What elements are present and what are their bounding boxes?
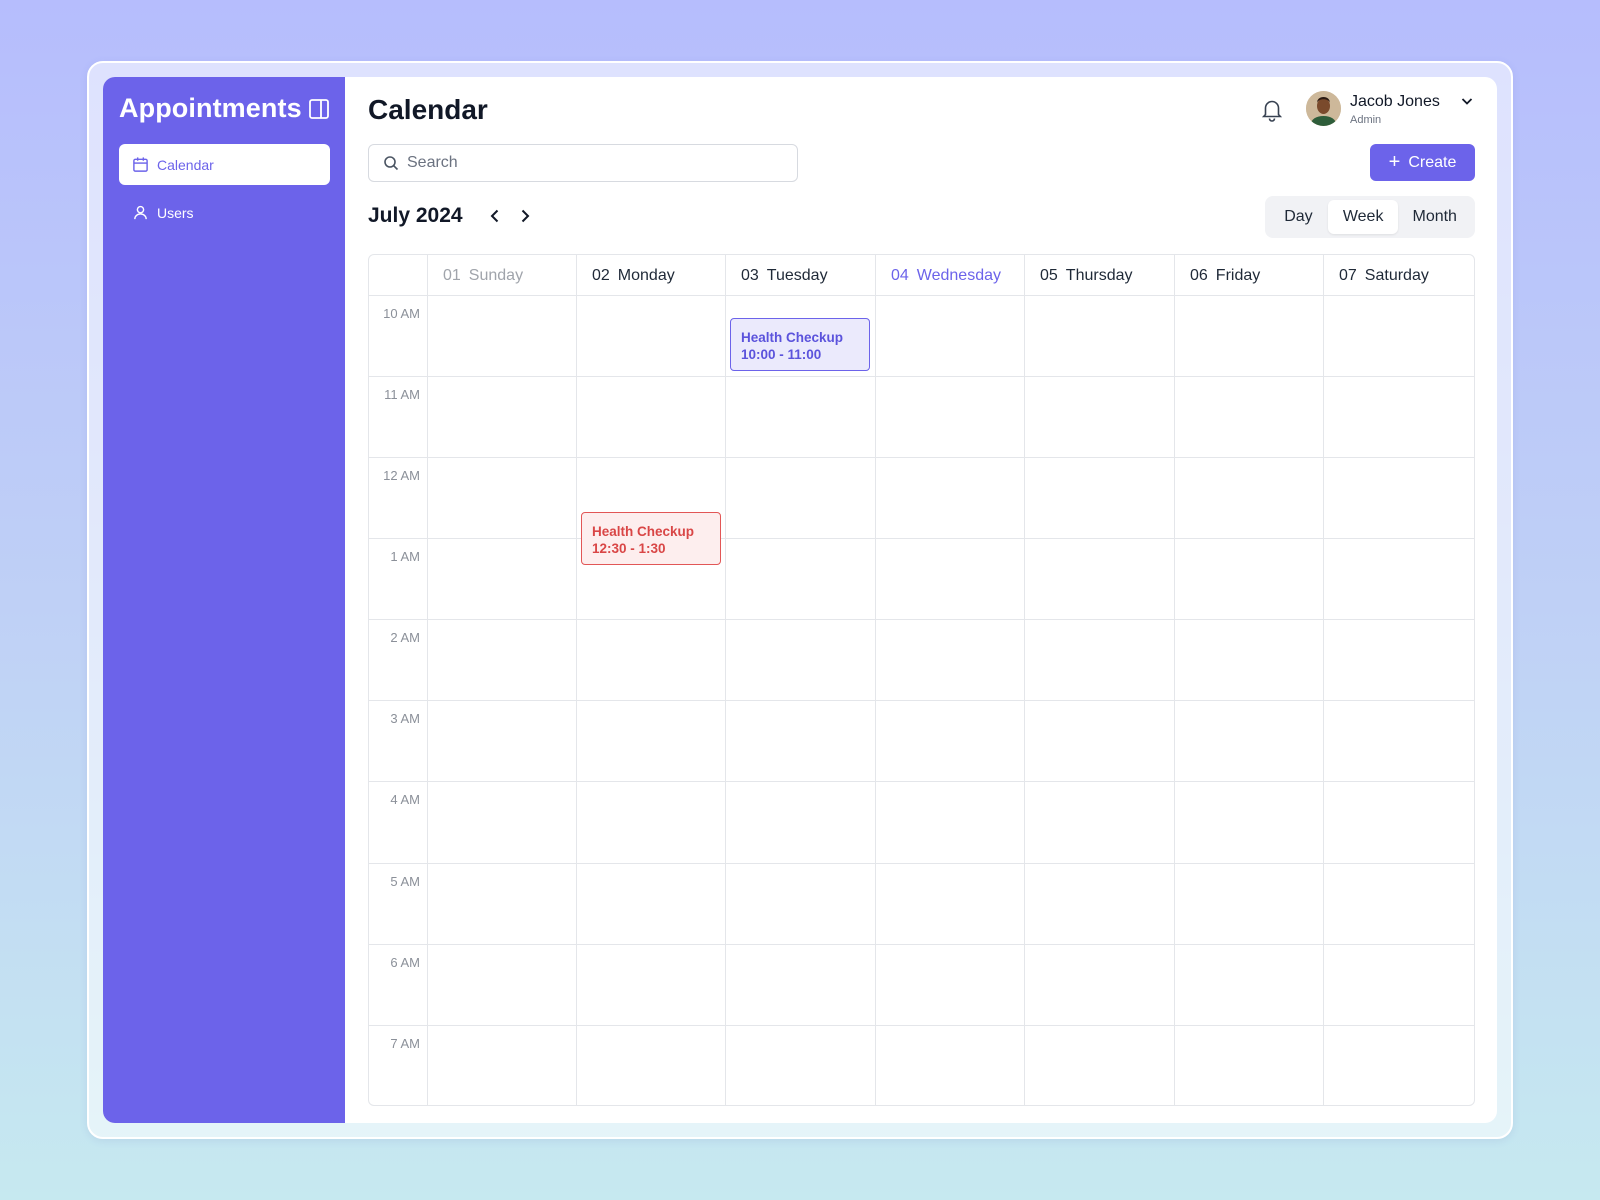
time-label: 1 AM	[390, 549, 420, 564]
event-title: Health Checkup	[592, 524, 695, 539]
column-divider	[725, 255, 726, 1105]
view-toggle: Day Week Month	[1265, 196, 1475, 238]
day-number: 01	[443, 266, 461, 284]
day-name: Sunday	[468, 266, 524, 284]
time-label: 2 AM	[390, 630, 420, 645]
day-header-tuesday[interactable]: 03 Tuesday	[725, 255, 875, 296]
bell-icon[interactable]	[1259, 97, 1285, 123]
page-title: Calendar	[368, 94, 488, 125]
user-role: Admin	[1350, 114, 1382, 126]
column-divider	[576, 255, 577, 1105]
time-label: 7 AM	[390, 1036, 420, 1051]
row-divider	[369, 376, 1474, 377]
day-number: 04	[891, 266, 909, 284]
time-label: 5 AM	[390, 874, 420, 889]
calendar-grid: 01 Sunday 02 Monday 03 Tuesday 04 Wednes…	[368, 254, 1475, 1106]
day-name: Thursday	[1065, 266, 1133, 284]
time-label: 11 AM	[384, 387, 420, 402]
day-number: 06	[1190, 266, 1208, 284]
sidebar-item-users[interactable]: Users	[119, 192, 330, 233]
row-divider	[369, 619, 1474, 620]
row-divider	[369, 863, 1474, 864]
create-button-label: Create	[1408, 153, 1457, 171]
view-day-button[interactable]: Day	[1269, 200, 1328, 234]
row-divider	[369, 700, 1474, 701]
event-time: 10:00 - 11:00	[741, 347, 822, 362]
app-title: Appointments	[119, 93, 302, 123]
time-label: 12 AM	[383, 468, 420, 483]
plus-icon: +	[1388, 150, 1401, 173]
calendar-icon	[133, 157, 148, 172]
day-name: Saturday	[1364, 266, 1429, 284]
calendar-header: 01 Sunday 02 Monday 03 Tuesday 04 Wednes…	[369, 255, 1474, 296]
view-month-button[interactable]: Month	[1398, 200, 1471, 234]
user-name[interactable]: Jacob Jones	[1350, 93, 1440, 111]
column-divider	[1323, 255, 1324, 1105]
day-number: 03	[741, 266, 759, 284]
sidebar-item-label: Calendar	[157, 156, 214, 173]
day-name: Monday	[617, 266, 675, 284]
time-label: 4 AM	[390, 792, 420, 807]
column-divider	[1024, 255, 1025, 1105]
day-number: 02	[592, 266, 610, 284]
column-divider	[875, 255, 876, 1105]
day-header-sunday[interactable]: 01 Sunday	[427, 255, 576, 296]
time-label: 6 AM	[390, 955, 420, 970]
day-header-monday[interactable]: 02 Monday	[576, 255, 725, 296]
day-name: Friday	[1215, 266, 1261, 284]
create-button[interactable]: + Create	[1370, 144, 1475, 181]
event-time: 12:30 - 1:30	[592, 541, 666, 556]
sidebar-item-label: Users	[157, 204, 194, 221]
search-box[interactable]	[368, 144, 798, 182]
chevron-left-icon[interactable]	[484, 205, 506, 227]
sidebar-toggle-icon[interactable]	[308, 98, 330, 120]
day-header-wednesday[interactable]: 04 Wednesday	[875, 255, 1024, 296]
row-divider	[369, 781, 1474, 782]
column-divider	[427, 255, 428, 1105]
row-divider	[369, 457, 1474, 458]
day-number: 07	[1339, 266, 1357, 284]
chevron-right-icon[interactable]	[514, 205, 536, 227]
month-label: July 2024	[368, 204, 463, 227]
day-header-thursday[interactable]: 05 Thursday	[1024, 255, 1174, 296]
row-divider	[369, 944, 1474, 945]
day-number: 05	[1040, 266, 1058, 284]
event-card[interactable]: Health Checkup 12:30 - 1:30	[581, 512, 721, 565]
view-week-button[interactable]: Week	[1327, 200, 1399, 234]
main-content: Calendar Jacob Jones Admin Search + Crea…	[345, 77, 1497, 1123]
day-header-friday[interactable]: 06 Friday	[1174, 255, 1323, 296]
event-card[interactable]: Health Checkup 10:00 - 11:00	[730, 318, 870, 371]
search-icon	[384, 156, 399, 171]
sidebar-item-calendar[interactable]: Calendar	[119, 144, 330, 185]
time-label: 3 AM	[390, 711, 420, 726]
time-label: 10 AM	[383, 306, 420, 321]
day-name: Tuesday	[766, 266, 828, 284]
avatar[interactable]	[1306, 91, 1341, 126]
row-divider	[369, 538, 1474, 539]
chevron-down-icon[interactable]	[1458, 92, 1476, 110]
day-header-saturday[interactable]: 07 Saturday	[1323, 255, 1474, 296]
sidebar: Appointments Calendar Users	[103, 77, 345, 1123]
search-input[interactable]	[407, 154, 787, 172]
user-icon	[134, 205, 147, 220]
day-name: Wednesday	[916, 266, 1001, 284]
app-window: Appointments Calendar Users Calendar Jac…	[103, 77, 1497, 1123]
event-title: Health Checkup	[741, 330, 844, 345]
column-divider	[1174, 255, 1175, 1105]
row-divider	[369, 1025, 1474, 1026]
